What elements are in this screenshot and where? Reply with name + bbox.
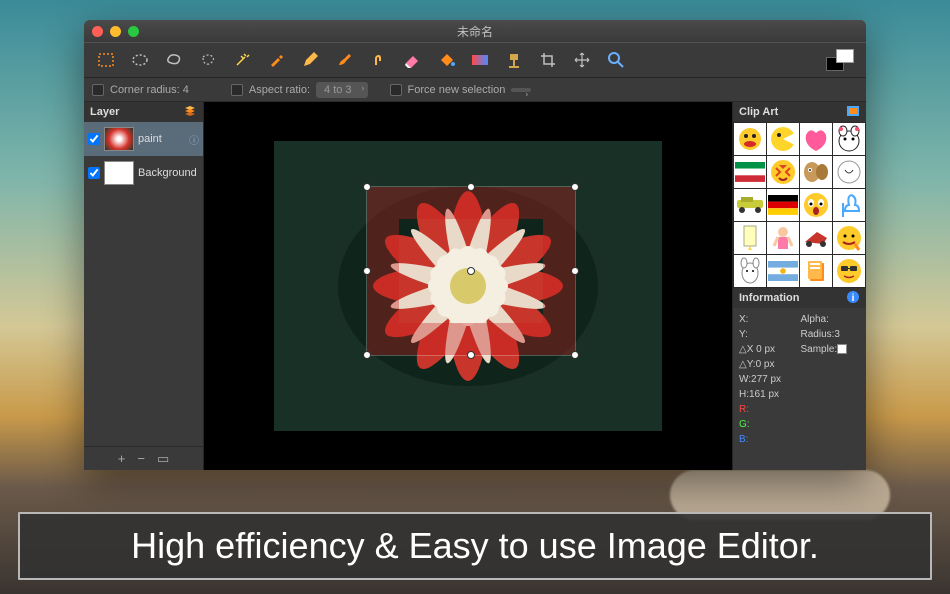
clipart-item[interactable] (767, 123, 799, 155)
clipart-item[interactable] (767, 222, 799, 254)
info-dx: △X 0 px (739, 344, 799, 355)
force-selection-dropdown[interactable] (511, 88, 531, 92)
clipart-item[interactable] (833, 189, 865, 221)
svg-text:i: i (852, 293, 855, 304)
layer-thumbnail (104, 161, 134, 185)
close-button[interactable] (92, 26, 103, 37)
clipart-header: Clip Art (733, 102, 866, 122)
smudge-tool[interactable] (368, 50, 388, 70)
info-w: W:277 px (739, 374, 799, 385)
clipart-item[interactable] (833, 255, 865, 287)
paint-bucket-tool[interactable] (436, 50, 456, 70)
traffic-lights (92, 26, 139, 37)
canvas[interactable] (204, 102, 732, 470)
pencil-tool[interactable] (300, 50, 320, 70)
info-badge-icon[interactable]: i (846, 290, 860, 307)
eraser-tool[interactable] (402, 50, 422, 70)
clipart-item[interactable] (800, 156, 832, 188)
layer-thumbnail (104, 127, 134, 151)
corner-radius-label: Corner radius: 4 (110, 84, 189, 96)
info-h: H:161 px (739, 389, 799, 400)
info-g: G: (739, 419, 799, 430)
aspect-ratio-dropdown[interactable]: 4 to 3 (316, 82, 368, 98)
clipart-item[interactable] (734, 255, 766, 287)
layer-visible-checkbox[interactable] (88, 167, 100, 179)
caption-banner: High efficiency & Easy to use Image Edit… (18, 512, 932, 580)
information-panel: X: Alpha: Y: Radius:3 △X 0 px Sample: △Y… (733, 308, 866, 470)
toolbar (84, 42, 866, 78)
delete-layer-button[interactable]: ▭ (157, 451, 169, 467)
layers-icon[interactable] (183, 105, 197, 120)
layers-header: Layer (84, 102, 203, 122)
lasso-tool[interactable] (164, 50, 184, 70)
free-select-tool[interactable] (198, 50, 218, 70)
clipart-item[interactable] (833, 156, 865, 188)
info-dy: △Y:0 px (739, 359, 799, 370)
right-panel: Clip Art (732, 102, 866, 470)
outer-selection (366, 186, 576, 356)
info-sample: Sample: (801, 344, 861, 355)
info-icon[interactable]: ⓘ (189, 132, 199, 147)
info-r: R: (739, 404, 799, 415)
clipart-item[interactable] (734, 156, 766, 188)
clone-stamp-tool[interactable] (504, 50, 524, 70)
titlebar[interactable]: 未命名 (84, 20, 866, 42)
magic-wand-tool[interactable] (232, 50, 252, 70)
move-tool[interactable] (572, 50, 592, 70)
body: Layer paint ⓘ Background + − ▭ (84, 102, 866, 470)
information-header: Information i (733, 288, 866, 308)
clipart-item[interactable] (734, 123, 766, 155)
dup-layer-button[interactable]: − (137, 451, 145, 466)
layer-visible-checkbox[interactable] (88, 133, 100, 145)
information-header-label: Information (739, 292, 800, 304)
aspect-ratio-label: Aspect ratio: (249, 84, 310, 96)
caption-text: High efficiency & Easy to use Image Edit… (131, 525, 819, 567)
clipart-item[interactable] (767, 156, 799, 188)
clipart-header-label: Clip Art (739, 106, 778, 118)
add-layer-button[interactable]: + (118, 451, 126, 466)
info-x: X: (739, 314, 799, 325)
clipart-item[interactable] (734, 222, 766, 254)
layer-item-paint[interactable]: paint ⓘ (84, 122, 203, 156)
clipart-grid (733, 122, 866, 288)
brush-tool[interactable] (334, 50, 354, 70)
corner-radius-checkbox[interactable] (92, 84, 104, 96)
layers-panel: Layer paint ⓘ Background + − ▭ (84, 102, 204, 470)
clipart-item[interactable] (767, 255, 799, 287)
options-bar: Corner radius: 4 Aspect ratio: 4 to 3 Fo… (84, 78, 866, 102)
maximize-button[interactable] (128, 26, 139, 37)
layer-controls: + − ▭ (84, 446, 203, 470)
force-selection-checkbox[interactable] (390, 84, 402, 96)
info-radius: Radius:3 (801, 329, 861, 340)
clipart-item[interactable] (767, 189, 799, 221)
color-picker-tool[interactable] (266, 50, 286, 70)
window-title: 未命名 (92, 23, 858, 40)
layers-header-label: Layer (90, 106, 119, 118)
editor-window: 未命名 Corner radius: 4 Aspect ratio: 4 to … (84, 20, 866, 470)
aspect-ratio-checkbox[interactable] (231, 84, 243, 96)
info-y: Y: (739, 329, 799, 340)
color-swatches[interactable] (826, 49, 854, 71)
layer-item-background[interactable]: Background (84, 156, 203, 190)
clipart-item[interactable] (833, 222, 865, 254)
zoom-tool[interactable] (606, 50, 626, 70)
clipart-item[interactable] (800, 222, 832, 254)
clipart-icon[interactable] (846, 105, 860, 120)
rect-select-tool[interactable] (96, 50, 116, 70)
layer-name: Background (138, 167, 197, 179)
minimize-button[interactable] (110, 26, 121, 37)
image[interactable] (274, 141, 662, 431)
clipart-item[interactable] (800, 189, 832, 221)
info-b: B: (739, 434, 799, 445)
layer-name: paint (138, 133, 162, 145)
gradient-tool[interactable] (470, 50, 490, 70)
info-alpha: Alpha: (801, 314, 861, 325)
clipart-item[interactable] (734, 189, 766, 221)
clipart-item[interactable] (800, 255, 832, 287)
force-selection-label: Force new selection (408, 84, 506, 96)
ellipse-select-tool[interactable] (130, 50, 150, 70)
crop-tool[interactable] (538, 50, 558, 70)
clipart-item[interactable] (833, 123, 865, 155)
clipart-item[interactable] (800, 123, 832, 155)
